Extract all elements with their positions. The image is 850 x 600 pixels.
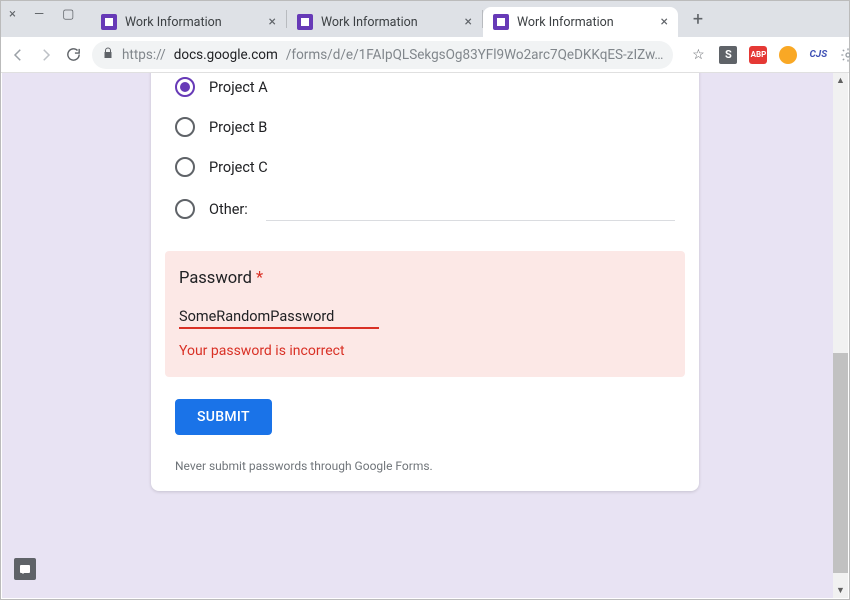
window-controls: × — ▢ <box>9 7 74 22</box>
form-card: Project A Project B Project C Other: Pas… <box>151 73 699 491</box>
feedback-button[interactable] <box>14 558 36 580</box>
url-path: /forms/d/e/1FAIpQLSekgsOg83YFl9Wo2arc7Qe… <box>286 47 664 63</box>
forms-favicon-icon <box>101 14 117 30</box>
address-bar[interactable]: https:// docs.google.com/forms/d/e/1FAIpQ… <box>92 41 673 69</box>
tab-close-icon[interactable]: × <box>465 14 472 30</box>
radio-label: Project A <box>209 79 268 96</box>
radio-icon <box>175 157 195 177</box>
scrollbar-up-icon[interactable]: ▲ <box>833 73 848 88</box>
window-close-icon[interactable]: × <box>9 7 16 22</box>
scrollbar-down-icon[interactable]: ▼ <box>833 583 848 598</box>
browser-tab[interactable]: Work Information × <box>91 7 286 37</box>
submit-row: SUBMIT <box>151 377 699 443</box>
page-viewport: Project A Project B Project C Other: Pas… <box>2 73 848 598</box>
extension-cookie-icon[interactable] <box>779 46 797 64</box>
forward-button[interactable] <box>37 44 55 66</box>
forms-favicon-icon <box>297 14 313 30</box>
bookmark-star-icon[interactable]: ☆ <box>689 46 707 64</box>
tab-title: Work Information <box>517 15 653 30</box>
browser-toolbar: https:// docs.google.com/forms/d/e/1FAIpQ… <box>1 37 849 73</box>
extension-gear-icon[interactable] <box>839 46 850 64</box>
required-asterisk: * <box>256 269 263 288</box>
radio-icon <box>175 199 195 219</box>
browser-tab[interactable]: Work Information × <box>287 7 482 37</box>
back-button[interactable] <box>9 44 27 66</box>
forms-favicon-icon <box>493 14 509 30</box>
url-prefix: https:// <box>122 47 166 63</box>
password-input[interactable] <box>179 306 379 329</box>
toolbar-actions: ☆ S ABP CJS A ⋮ <box>683 44 850 66</box>
extension-s-icon[interactable]: S <box>719 46 737 64</box>
radio-option-other[interactable]: Other: <box>175 187 675 231</box>
radio-option[interactable]: Project A <box>175 73 675 107</box>
submit-button[interactable]: SUBMIT <box>175 399 272 435</box>
validation-error-text: Your password is incorrect <box>179 343 671 359</box>
url-host: docs.google.com <box>174 47 278 63</box>
lock-icon <box>102 47 114 62</box>
window-minimize-icon[interactable]: — <box>34 7 44 22</box>
reload-button[interactable] <box>65 44 82 66</box>
tab-close-icon[interactable]: × <box>269 14 276 30</box>
radio-other-label: Other: <box>209 201 248 218</box>
password-question-error: Password * Your password is incorrect <box>165 251 685 377</box>
question-title: Password * <box>179 269 671 288</box>
tab-strip: Work Information × Work Information × Wo… <box>1 1 849 37</box>
scrollbar-thumb[interactable] <box>833 353 848 573</box>
tab-title: Work Information <box>125 15 261 30</box>
browser-tab-active[interactable]: Work Information × <box>483 7 678 37</box>
radio-option[interactable]: Project C <box>175 147 675 187</box>
window-maximize-icon[interactable]: ▢ <box>62 7 74 22</box>
extension-abp-icon[interactable]: ABP <box>749 46 767 64</box>
new-tab-button[interactable]: + <box>684 5 712 33</box>
radio-label: Project B <box>209 119 267 136</box>
radio-other-input[interactable] <box>266 197 675 221</box>
tab-close-icon[interactable]: × <box>661 14 668 30</box>
question-title-text: Password <box>179 269 252 288</box>
tab-title: Work Information <box>321 15 457 30</box>
extension-cjs-icon[interactable]: CJS <box>809 49 827 60</box>
form-disclaimer: Never submit passwords through Google Fo… <box>151 443 699 473</box>
radio-icon <box>175 77 195 97</box>
radio-label: Project C <box>209 159 268 176</box>
radio-option[interactable]: Project B <box>175 107 675 147</box>
radio-icon <box>175 117 195 137</box>
radio-question: Project A Project B Project C Other: <box>151 73 699 251</box>
